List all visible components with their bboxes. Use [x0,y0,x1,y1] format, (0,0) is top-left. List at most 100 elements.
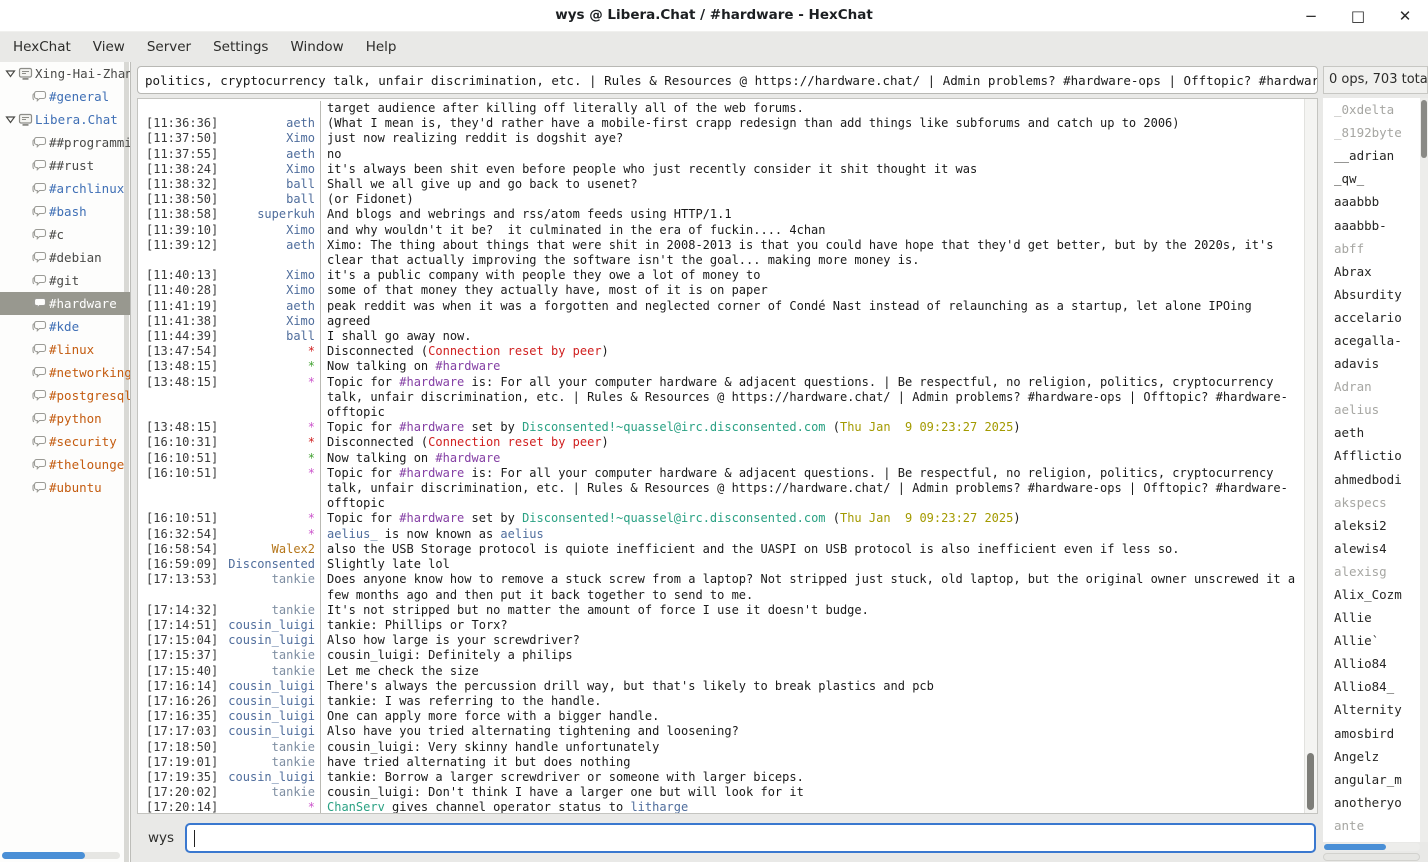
chat-nick[interactable]: Walex2 [222,542,320,557]
user-list-item[interactable]: ante [1323,814,1420,837]
chat-nick[interactable]: cousin_luigi [222,633,320,648]
chat-nick[interactable]: cousin_luigi [222,679,320,694]
user-list-item[interactable]: aeth [1323,421,1420,444]
triangle-down-icon[interactable] [5,114,18,125]
scrollbar-thumb[interactable] [1421,100,1427,158]
nick-label[interactable]: wys [148,830,174,846]
chat-nick[interactable]: * [222,451,320,466]
scrollbar-thumb[interactable] [2,852,85,859]
chat-nick[interactable]: * [222,800,320,813]
tree-item-python[interactable]: #python [0,407,130,430]
tree-item-postgresql[interactable]: #postgresql [0,384,130,407]
tree-item-networking[interactable]: #networking [0,361,130,384]
user-list-item[interactable]: anotheryo [1323,791,1420,814]
user-list-horizontal-scrollbar-track[interactable] [1323,853,1420,861]
tree-item-xing-hai-zhan[interactable]: Xing-Hai-Zhan [0,62,130,85]
tree-item-programming[interactable]: ##programming [0,131,130,154]
chat-nick[interactable]: cousin_luigi [222,694,320,709]
user-list-item[interactable]: akspecs [1323,491,1420,514]
tree-item-general[interactable]: #general [0,85,130,108]
chat-nick[interactable]: Ximo [222,223,320,238]
tree-item-kde[interactable]: #kde [0,315,130,338]
user-list-item[interactable]: adavis [1323,352,1420,375]
chat-nick[interactable]: ball [222,177,320,192]
user-list-item[interactable]: Abrax [1323,260,1420,283]
chat-nick[interactable]: cousin_luigi [222,618,320,633]
user-list-item[interactable]: Allie [1323,606,1420,629]
user-list-item[interactable]: aleksi2 [1323,514,1420,537]
chat-nick[interactable]: Ximo [222,131,320,146]
chat-nick[interactable]: tankie [222,572,320,587]
user-list-item[interactable]: _qw_ [1323,167,1420,190]
minimize-button[interactable]: − [1302,9,1320,24]
user-list-item[interactable]: aaabbb- [1323,213,1420,236]
user-list-item[interactable]: Afflictio [1323,444,1420,467]
user-list-item[interactable]: acegalla- [1323,329,1420,352]
user-list-item[interactable]: alexisg [1323,560,1420,583]
chat-nick[interactable]: ball [222,329,320,344]
user-list-item[interactable]: Allie` [1323,629,1420,652]
chat-nick[interactable]: aeth [222,147,320,162]
scrollbar-thumb[interactable] [1324,844,1386,850]
chat-nick[interactable]: ball [222,192,320,207]
user-list-item[interactable]: _0xdelta [1323,98,1420,121]
chat-nick[interactable]: * [222,359,320,374]
tree-item-git[interactable]: #git [0,269,130,292]
chat-nick[interactable]: tankie [222,664,320,679]
maximize-button[interactable]: □ [1349,9,1367,24]
user-list[interactable]: _0xdelta_8192byte__adrian_qw_aaabbbaaabb… [1323,98,1420,842]
chat-nick[interactable]: tankie [222,785,320,800]
user-list-item[interactable]: Allio84 [1323,652,1420,675]
menu-item-settings[interactable]: Settings [202,34,279,60]
chat-nick[interactable]: Disconsented [222,557,320,572]
tree-item-bash[interactable]: #bash [0,200,130,223]
chat-nick[interactable]: * [222,420,320,435]
user-list-item[interactable]: amosbird [1323,722,1420,745]
chat-nick[interactable]: * [222,527,320,542]
server-tree-panel[interactable]: Xing-Hai-Zhan#generalLibera.Chat##progra… [0,62,131,862]
chat-nick[interactable]: cousin_luigi [222,724,320,739]
chat-nick[interactable]: aeth [222,116,320,131]
user-list-item[interactable]: Absurdity [1323,283,1420,306]
chat-nick[interactable]: Ximo [222,162,320,177]
user-list-item[interactable]: accelario [1323,306,1420,329]
user-list-item[interactable]: Allio84_ [1323,675,1420,698]
chat-nick[interactable]: * [222,466,320,481]
chat-nick[interactable]: Ximo [222,268,320,283]
tree-item-linux[interactable]: #linux [0,338,130,361]
user-list-item[interactable]: __adrian [1323,144,1420,167]
chat-nick[interactable]: aeth [222,299,320,314]
chat-nick[interactable]: Ximo [222,314,320,329]
user-list-item[interactable]: Angelz [1323,745,1420,768]
user-list-horizontal-scrollbar[interactable] [1323,843,1420,851]
chat-nick[interactable]: cousin_luigi [222,709,320,724]
menu-item-server[interactable]: Server [136,34,202,60]
user-list-item[interactable]: ahmedbodi [1323,468,1420,491]
menu-item-view[interactable]: View [82,34,136,60]
tree-item-debian[interactable]: #debian [0,246,130,269]
tree-item-ubuntu[interactable]: #ubuntu [0,476,130,499]
user-list-item[interactable]: Alternity [1323,698,1420,721]
user-list-item[interactable]: Alix_Cozm [1323,583,1420,606]
chat-nick[interactable]: * [222,435,320,450]
menu-item-hexchat[interactable]: HexChat [2,34,82,60]
tree-item-thelounge[interactable]: #thelounge [0,453,130,476]
user-list-vertical-scrollbar[interactable] [1420,98,1428,842]
chat-view[interactable]: target audience after killing off litera… [137,98,1318,814]
chat-nick[interactable]: * [222,375,320,390]
tree-item-rust[interactable]: ##rust [0,154,130,177]
user-list-item[interactable]: alewis4 [1323,537,1420,560]
server-tree-horizontal-scrollbar[interactable] [2,852,120,859]
chat-nick[interactable]: tankie [222,648,320,663]
chat-nick[interactable]: tankie [222,603,320,618]
user-list-item[interactable]: angular_m [1323,768,1420,791]
close-button[interactable]: ✕ [1396,9,1414,24]
menu-item-help[interactable]: Help [355,34,408,60]
menu-item-window[interactable]: Window [279,34,354,60]
triangle-down-icon[interactable] [5,68,18,79]
tree-item-hardware[interactable]: #hardware [0,292,130,315]
chat-vertical-scrollbar[interactable] [1304,99,1317,813]
user-list-item[interactable]: Adran [1323,375,1420,398]
message-input[interactable] [185,823,1316,853]
chat-nick[interactable]: * [222,344,320,359]
